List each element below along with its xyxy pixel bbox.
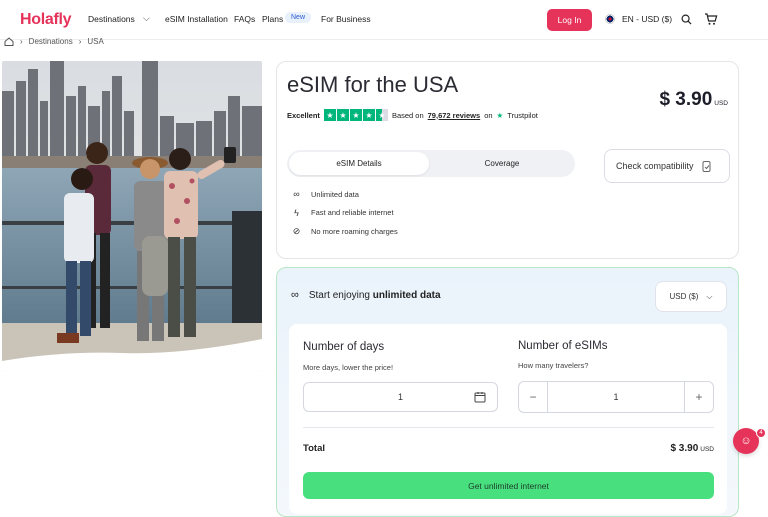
nav-plans[interactable]: Plans (262, 14, 283, 24)
esims-value[interactable]: 1 (548, 382, 684, 412)
trustpilot-star-icon: ★ (496, 110, 504, 120)
calendar-icon[interactable] (474, 391, 486, 403)
breadcrumb: › Destinations › USA (4, 37, 104, 46)
breadcrumb-separator: › (78, 37, 82, 46)
nav-esim-installation[interactable]: eSIM Installation (165, 14, 228, 24)
days-value: 1 (397, 392, 403, 402)
uk-flag-icon (605, 14, 615, 24)
star-icon: ★ (336, 109, 349, 121)
increment-button[interactable]: + (684, 382, 713, 412)
feature-text: Unlimited data (311, 189, 359, 199)
heading-pre: Start enjoying (308, 289, 370, 301)
half-star-icon: ★ (375, 109, 388, 121)
check-compatibility-button[interactable]: Check compatibility (604, 149, 730, 183)
rating-stars: ★ ★ ★ ★ ★ (323, 109, 388, 121)
no-roaming-icon: ⊘ (292, 225, 301, 236)
top-navbar: Holafly Destinations ⌵ eSIM Installation… (0, 0, 768, 40)
days-label: Number of days (303, 341, 385, 353)
check-compatibility-label: Check compatibility (616, 161, 694, 171)
get-unlimited-internet-button[interactable]: Get unlimited internet (303, 472, 714, 499)
feature-text: No more roaming charges (311, 226, 398, 236)
total-label: Total (303, 443, 325, 454)
star-icon: ★ (323, 109, 336, 121)
language-currency-selector[interactable]: EN - USD ($) (622, 14, 672, 24)
price-currency: USD (714, 100, 728, 107)
login-button[interactable]: Log In (547, 9, 592, 31)
breadcrumb-usa: USA (87, 37, 104, 46)
tab-coverage[interactable]: Coverage (432, 152, 572, 175)
nav-for-business[interactable]: For Business (321, 14, 371, 24)
days-input[interactable]: 1 (303, 382, 498, 412)
home-icon[interactable] (4, 37, 14, 46)
reviews-link[interactable]: 79,672 reviews (428, 111, 481, 120)
trustpilot-logo: Trustpilot (507, 110, 538, 120)
infinity-icon: ∞ (293, 189, 300, 200)
feature-text: Fast and reliable internet (311, 208, 394, 218)
feature-list: ∞ Unlimited data ϟ Fast and reliable inter… (291, 185, 398, 241)
currency-select-value: USD ($) (669, 292, 699, 301)
total-value: $ 3.90 (670, 443, 699, 454)
feature-item: ∞ Unlimited data (291, 185, 398, 204)
feature-item: ⊘ No more roaming charges (291, 222, 398, 241)
esims-label: Number of eSIMs (518, 340, 608, 352)
page-title: eSIM for the USA (287, 72, 459, 97)
infinity-icon: ∞ (291, 289, 299, 301)
esims-subtext: How many travelers? (518, 361, 589, 370)
total-currency: USD (700, 446, 714, 453)
holafly-logo[interactable]: Holafly (20, 11, 72, 29)
new-badge: New (285, 12, 312, 23)
rating-word: Excellent (287, 110, 320, 120)
plan-configurator: ∞ Start enjoying unlimited data USD ($) … (276, 267, 739, 517)
star-icon: ★ (349, 109, 362, 121)
decrement-button[interactable]: − (519, 382, 548, 412)
chat-icon: ☺ (740, 435, 752, 447)
esim-quantity-stepper: − 1 + (518, 381, 714, 413)
days-subtext: More days, lower the price! (303, 363, 394, 372)
on-text: on (484, 110, 493, 120)
currency-select[interactable]: USD ($) ⌵ (655, 281, 727, 312)
chevron-down-icon: ⌵ (706, 291, 713, 301)
price-value: $ 3.90 (659, 89, 713, 110)
product-price: $ 3.90 USD (659, 89, 728, 111)
bolt-icon: ϟ (294, 207, 299, 218)
total-price: $ 3.90 USD (670, 443, 714, 454)
feature-item: ϟ Fast and reliable internet (291, 204, 398, 223)
based-on-text: Based on (391, 110, 424, 120)
tab-esim-details[interactable]: eSIM Details (289, 152, 429, 175)
phone-check-icon (702, 160, 711, 172)
nav-destinations[interactable]: Destinations (88, 14, 135, 24)
search-icon[interactable] (681, 14, 692, 25)
breadcrumb-separator: › (20, 37, 23, 46)
plan-heading-text: Start enjoying unlimited data (309, 290, 441, 301)
divider (303, 427, 714, 428)
cart-icon[interactable] (704, 12, 718, 26)
plan-heading: ∞ Start enjoying unlimited data (291, 289, 441, 301)
breadcrumb-destinations[interactable]: Destinations (29, 37, 73, 46)
nav-faqs[interactable]: FAQs (234, 14, 255, 24)
chat-notification-badge: 4 (756, 428, 766, 438)
hero-image (2, 61, 262, 371)
star-icon: ★ (362, 109, 375, 121)
details-tabs: eSIM Details Coverage (287, 150, 575, 177)
plan-inner-panel: Number of days More days, lower the pric… (289, 324, 727, 514)
chevron-down-icon[interactable]: ⌵ (143, 13, 150, 24)
heading-bold: unlimited data (372, 289, 441, 301)
product-card: eSIM for the USA $ 3.90 USD Excellent ★ ★… (276, 61, 739, 259)
trustpilot-rating: Excellent ★ ★ ★ ★ ★ Based on 79,672 revi… (287, 109, 538, 121)
